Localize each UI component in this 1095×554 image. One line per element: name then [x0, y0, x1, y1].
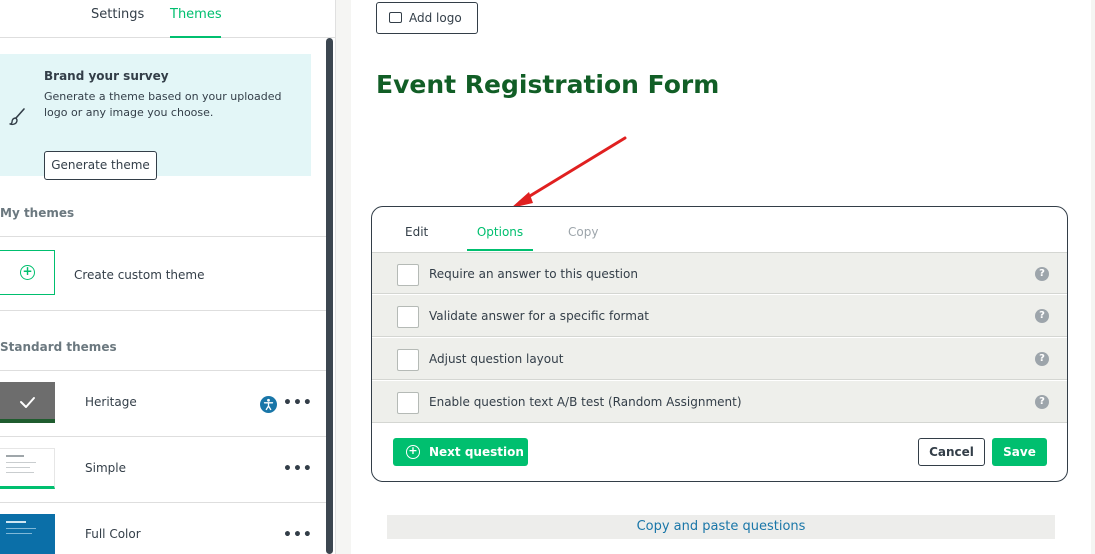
- checkmark-icon: [20, 397, 35, 408]
- plus-circle-icon: +: [20, 265, 35, 280]
- image-icon: [389, 12, 402, 23]
- ab-test-checkbox[interactable]: [397, 392, 419, 414]
- next-question-button[interactable]: + Next question: [393, 438, 528, 466]
- theme-thumbnail-heritage[interactable]: [0, 382, 55, 423]
- add-logo-label: Add logo: [409, 11, 462, 25]
- accessibility-icon: [260, 396, 277, 413]
- next-question-label: Next question: [429, 445, 524, 459]
- tab-edit[interactable]: Edit: [405, 225, 428, 239]
- require-answer-checkbox[interactable]: [397, 264, 419, 286]
- divider: [0, 236, 327, 237]
- divider: [0, 310, 327, 311]
- adjust-layout-checkbox[interactable]: [397, 349, 419, 371]
- theme-name[interactable]: Heritage: [85, 395, 137, 409]
- themes-list: Brand your survey Generate a theme based…: [0, 38, 327, 554]
- option-row: Adjust question layout ?: [372, 338, 1067, 380]
- option-row: Enable question text A/B test (Random As…: [372, 381, 1067, 423]
- tab-settings[interactable]: Settings: [91, 7, 144, 38]
- my-themes-heading: My themes: [0, 206, 75, 220]
- help-icon[interactable]: ?: [1035, 395, 1049, 409]
- tab-options[interactable]: Options: [467, 225, 533, 251]
- brand-survey-card: Brand your survey Generate a theme based…: [0, 54, 311, 180]
- more-options-icon[interactable]: •••: [283, 395, 313, 411]
- option-label[interactable]: Enable question text A/B test (Random As…: [429, 395, 742, 409]
- divider: [0, 370, 327, 371]
- panel-scrollbar[interactable]: [326, 38, 333, 554]
- validate-answer-checkbox[interactable]: [397, 306, 419, 328]
- accessibility-figure-icon: [263, 398, 274, 411]
- panel-tabs: Settings Themes: [0, 0, 335, 38]
- brand-description: Generate a theme based on your uploaded …: [44, 90, 282, 119]
- option-label[interactable]: Adjust question layout: [429, 352, 563, 366]
- more-options-icon[interactable]: •••: [283, 461, 313, 477]
- more-options-icon[interactable]: •••: [283, 527, 313, 543]
- option-row: Require an answer to this question ?: [372, 252, 1067, 294]
- help-icon[interactable]: ?: [1035, 352, 1049, 366]
- theme-panel: Settings Themes Brand your survey Genera…: [0, 0, 336, 554]
- survey-canvas: Add logo Event Registration Form Edit Op…: [351, 0, 1091, 554]
- thumbnail-preview-lines: [6, 521, 36, 534]
- generate-theme-button[interactable]: Generate theme: [44, 151, 157, 180]
- theme-thumbnail-full-color[interactable]: [0, 514, 55, 554]
- option-label[interactable]: Validate answer for a specific format: [429, 309, 649, 323]
- option-row: Validate answer for a specific format ?: [372, 295, 1067, 337]
- survey-title[interactable]: Event Registration Form: [376, 70, 719, 99]
- theme-name[interactable]: Full Color: [85, 527, 141, 541]
- help-icon[interactable]: ?: [1035, 267, 1049, 281]
- theme-name[interactable]: Simple: [85, 461, 126, 475]
- tab-copy[interactable]: Copy: [568, 225, 598, 239]
- question-options-card: Edit Options Copy Require an answer to t…: [371, 206, 1068, 482]
- copy-paste-questions-link[interactable]: Copy and paste questions: [387, 515, 1055, 539]
- standard-themes-heading: Standard themes: [0, 340, 117, 354]
- help-icon[interactable]: ?: [1035, 309, 1049, 323]
- annotation-arrow-icon: [511, 136, 627, 208]
- thumbnail-preview-lines: [6, 455, 36, 473]
- plus-circle-icon: +: [406, 445, 420, 459]
- cancel-button[interactable]: Cancel: [918, 438, 985, 466]
- save-button[interactable]: Save: [992, 438, 1047, 466]
- theme-thumbnail-simple[interactable]: [0, 448, 55, 489]
- tab-themes[interactable]: Themes: [170, 7, 222, 38]
- paintbrush-icon: [9, 108, 25, 126]
- add-logo-button[interactable]: Add logo: [376, 2, 478, 34]
- divider: [0, 502, 327, 503]
- brand-title: Brand your survey: [44, 69, 169, 83]
- create-custom-theme-tile[interactable]: +: [0, 250, 55, 295]
- divider: [0, 436, 327, 437]
- option-label[interactable]: Require an answer to this question: [429, 267, 638, 281]
- create-custom-theme-label[interactable]: Create custom theme: [74, 268, 204, 282]
